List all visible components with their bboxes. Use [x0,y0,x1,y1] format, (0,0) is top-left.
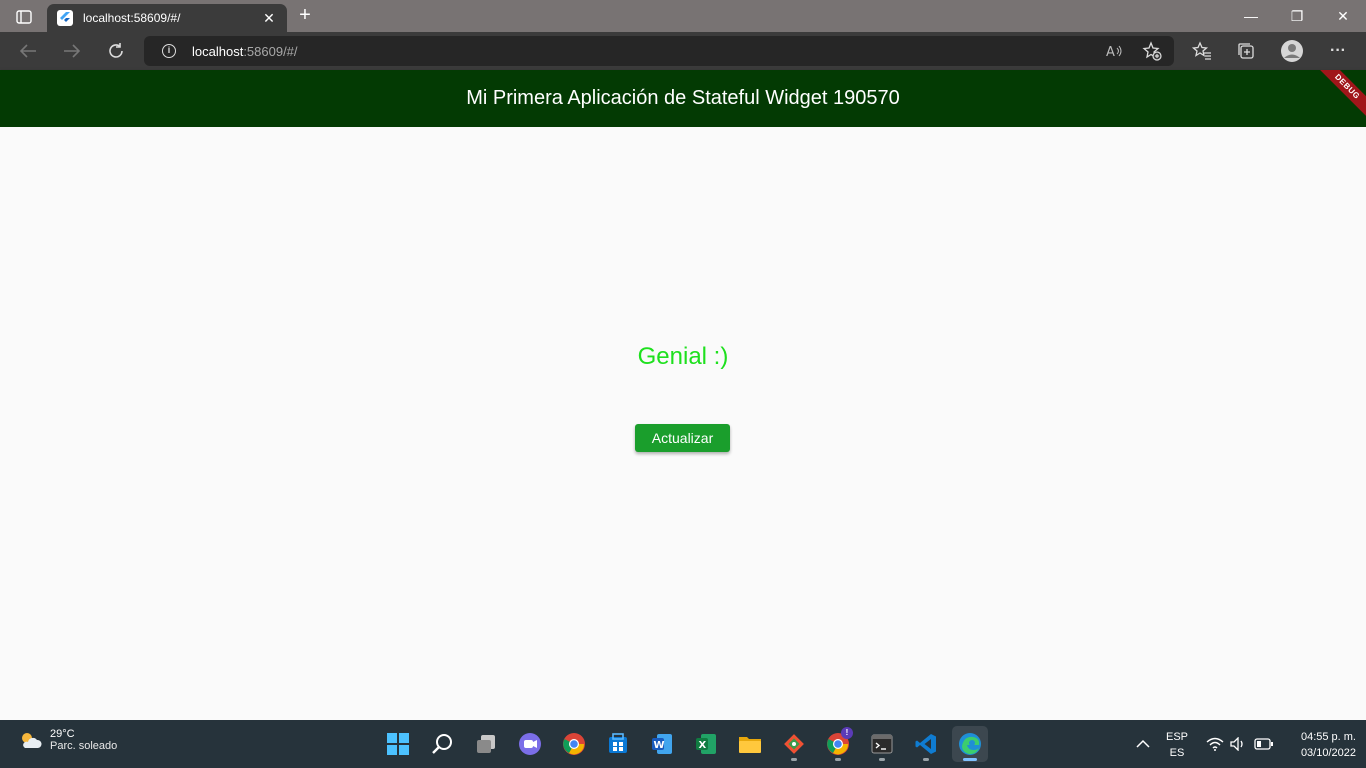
input-language-indicator[interactable]: ESP ES [1160,729,1194,761]
chat-button[interactable] [512,726,548,762]
file-explorer-taskbar-button[interactable] [732,726,768,762]
partly-sunny-icon [22,733,42,748]
new-tab-button[interactable]: + [292,4,318,28]
add-favorite-button[interactable] [1139,38,1165,64]
status-message: Genial :) [637,343,729,370]
forward-arrow-icon [64,44,81,58]
refresh-button[interactable] [101,36,131,66]
battery-icon[interactable] [1254,738,1274,750]
clock-date: 03/10/2022 [1300,747,1356,759]
running-indicator [791,758,797,761]
start-icon [387,733,409,755]
terminal-taskbar-button[interactable] [864,726,900,762]
back-button[interactable] [13,36,43,66]
search-icon [432,734,452,754]
notification-badge: ! [841,727,853,739]
keyboard-layout: ES [1169,747,1185,759]
wifi-icon[interactable] [1206,737,1224,751]
forward-button[interactable] [57,36,87,66]
profile-avatar-icon [1281,40,1303,62]
store-taskbar-button[interactable] [600,726,636,762]
terminal-icon [871,734,893,754]
browser-tab-active[interactable]: localhost:58609/#/ ✕ [47,4,287,32]
running-indicator [923,758,929,761]
chrome-icon [563,733,585,755]
read-aloud-icon: A [1106,45,1122,58]
flutter-favicon-icon [57,10,73,26]
address-host: localhost [192,43,244,59]
weather-condition: Parc. soleado [50,740,118,752]
site-info-icon[interactable]: i [162,44,176,58]
git-icon [784,734,804,754]
word-icon: W [652,734,672,754]
excel-icon: X [696,734,716,754]
git-taskbar-button[interactable] [776,726,812,762]
profile-button[interactable] [1279,38,1305,64]
tab-actions-button[interactable] [8,6,40,28]
edge-icon [959,733,981,755]
app-body: Genial :) Actualizar [0,127,1366,720]
edge-taskbar-button[interactable] [952,726,988,762]
search-button[interactable] [424,726,460,762]
weather-temp: 29°C [50,728,75,740]
chrome-profile-taskbar-button[interactable]: ! [820,726,856,762]
system-clock[interactable]: 04:55 p. m. 03/10/2022 [1280,729,1356,761]
update-button[interactable]: Actualizar [635,424,730,452]
running-indicator [879,758,885,761]
close-tab-icon[interactable]: ✕ [261,10,277,27]
read-aloud-button[interactable]: A [1102,38,1128,64]
address-path: :58609/#/ [243,43,298,59]
debug-banner: DEBUG [1310,70,1366,124]
chrome-taskbar-button[interactable] [556,726,592,762]
favorites-button[interactable] [1189,38,1215,64]
browser-toolbar: i localhost:58609/#/ A ··· [0,32,1366,70]
vscode-icon [915,734,936,754]
start-button[interactable] [380,726,416,762]
restore-button[interactable]: ❐ [1274,4,1320,28]
word-taskbar-button[interactable]: W [644,726,680,762]
svg-text:A: A [1106,45,1115,58]
running-indicator [835,758,841,761]
language-code: ESP [1165,731,1188,743]
tab-title: localhost:58609/#/ [83,11,181,25]
collections-button[interactable] [1233,38,1259,64]
show-hidden-icons-icon[interactable] [1136,739,1150,749]
task-view-icon [477,735,495,753]
file-explorer-icon [739,737,761,753]
vscode-taskbar-button[interactable] [908,726,944,762]
app-title: Mi Primera Aplicación de Stateful Widget… [466,87,900,109]
store-icon [609,733,627,753]
tab-actions-icon [16,10,32,24]
app-bar: Mi Primera Aplicación de Stateful Widget… [0,70,1366,127]
refresh-icon [109,43,123,58]
windows-taskbar: 29°C Parc. soleado W X ! ESP ES 04:55 p.… [0,720,1366,768]
more-menu-button[interactable]: ··· [1325,38,1351,64]
task-view-button[interactable] [468,726,504,762]
favorites-icon [1192,41,1211,60]
minimize-button[interactable]: — [1228,4,1274,28]
close-window-button[interactable]: ✕ [1320,4,1366,28]
weather-widget[interactable]: 29°C Parc. soleado [18,728,117,752]
active-indicator [963,758,977,761]
browser-tab-strip: localhost:58609/#/ ✕ + — ❐ ✕ [0,0,1366,32]
clock-time: 04:55 p. m. [1300,731,1356,743]
svg-text:X: X [699,740,707,751]
volume-icon[interactable] [1230,737,1246,751]
excel-taskbar-button[interactable]: X [688,726,724,762]
star-plus-icon [1142,41,1162,61]
chat-icon [519,733,541,755]
address-bar[interactable]: i localhost:58609/#/ [144,36,1174,66]
collections-icon [1238,43,1254,59]
back-arrow-icon [19,44,36,58]
svg-text:W: W [654,740,665,751]
